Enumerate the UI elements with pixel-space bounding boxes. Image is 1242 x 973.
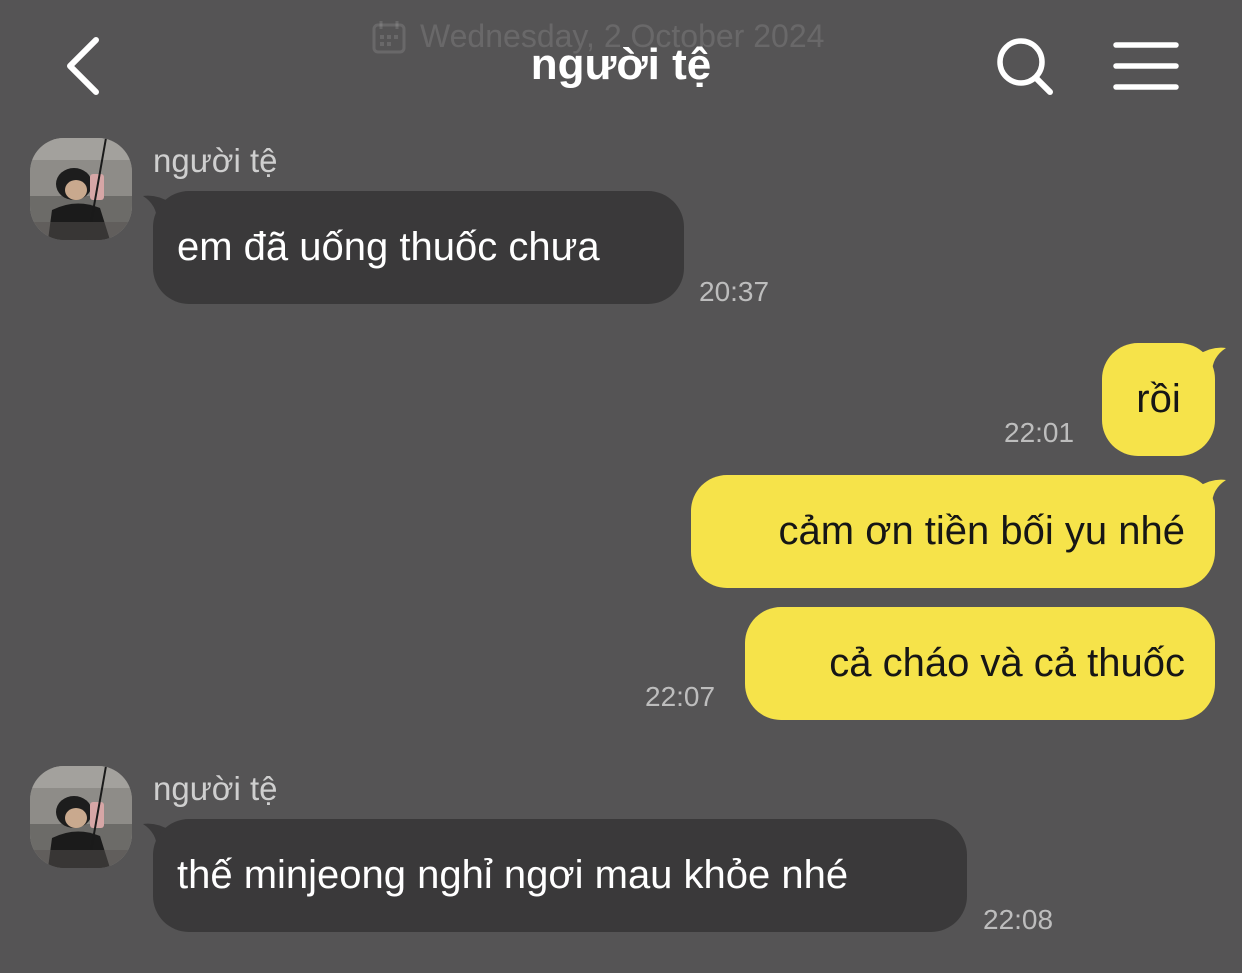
avatar[interactable] [30,766,132,868]
profile-photo [30,138,132,240]
search-button[interactable] [992,34,1058,100]
message-bubble[interactable]: em đã uống thuốc chưa [153,191,684,304]
search-icon [997,38,1053,95]
message-time: 20:37 [699,276,770,307]
message-text: cả cháo và cả thuốc [829,641,1185,685]
message-time: 22:01 [1004,417,1075,448]
message-text: cảm ơn tiền bối yu nhé [778,509,1185,553]
sender-name: người tệ [153,770,278,807]
message-time: 22:08 [983,904,1054,935]
chat-header: Wednesday, 2 October 2024 người tệ [0,0,1242,130]
message-text: em đã uống thuốc chưa [177,225,600,269]
message-text: thế minjeong nghỉ ngơi mau khỏe nhé [177,853,849,897]
hamburger-menu-icon [1113,42,1179,90]
message-bubble[interactable]: cả cháo và cả thuốc [745,607,1215,720]
profile-photo [30,766,132,868]
menu-button[interactable] [1110,38,1182,94]
message-bubble[interactable]: cảm ơn tiền bối yu nhé [691,475,1215,588]
bubble-tail [1198,347,1226,373]
sender-name: người tệ [153,142,278,179]
avatar[interactable] [30,138,132,240]
message-bubble[interactable]: thế minjeong nghỉ ngơi mau khỏe nhé [153,819,967,932]
bubble-tail [1198,479,1226,505]
message-time: 22:07 [645,681,716,712]
message-text: rồi [1136,377,1181,421]
